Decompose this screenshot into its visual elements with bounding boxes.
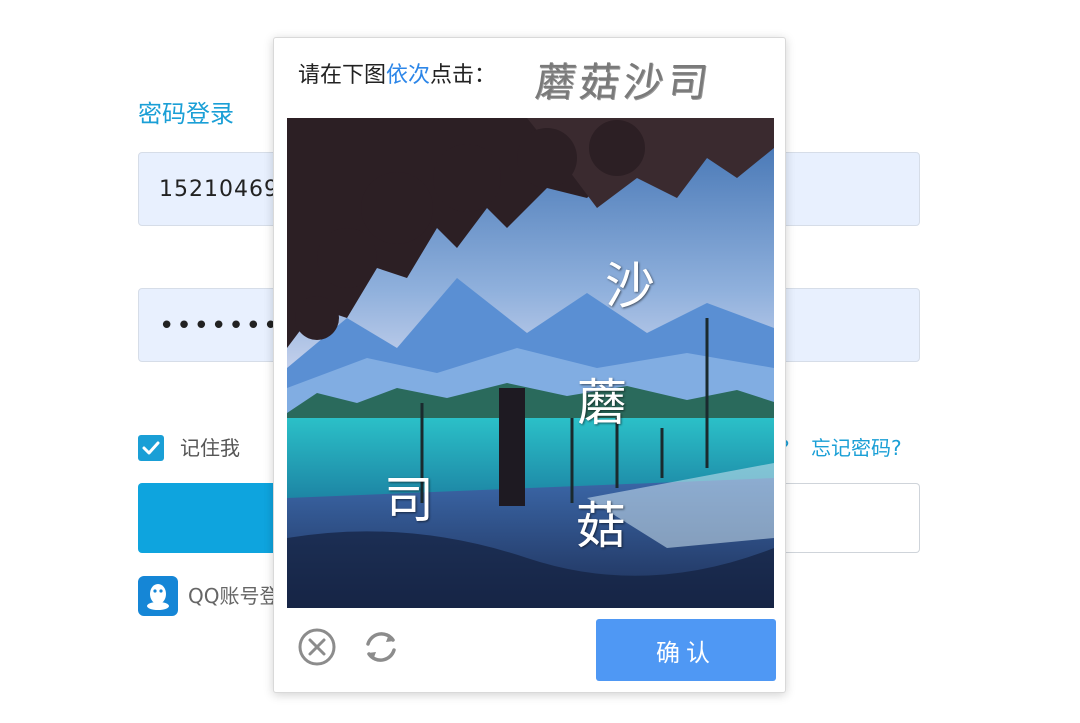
captcha-char-2[interactable]: 蘑 bbox=[577, 363, 627, 435]
prompt-accent: 依次 bbox=[386, 63, 431, 88]
landscape-image bbox=[287, 118, 774, 608]
qq-login-label[interactable]: QQ账号登 bbox=[188, 578, 279, 614]
confirm-button[interactable]: 确认 bbox=[596, 619, 776, 681]
captcha-char-1[interactable]: 沙 bbox=[605, 246, 655, 318]
remember-label: 记住我 bbox=[180, 436, 240, 460]
qq-icon[interactable] bbox=[138, 576, 178, 616]
captcha-char-3[interactable]: 司 bbox=[384, 460, 434, 532]
refresh-icon[interactable] bbox=[360, 626, 402, 668]
captcha-prompt: 请在下图依次点击： bbox=[298, 58, 496, 108]
secondary-button[interactable] bbox=[786, 483, 920, 553]
login-button[interactable] bbox=[138, 483, 278, 553]
username-value: 15210469 bbox=[159, 177, 279, 202]
captcha-image[interactable]: 沙 蘑 司 菇 bbox=[287, 118, 774, 608]
remember-checkbox[interactable] bbox=[138, 435, 164, 461]
prompt-prefix: 请在下图 bbox=[298, 63, 387, 88]
captcha-dialog: 请在下图依次点击： 蘑菇沙司 沙 蘑 司 菇 确认 bbox=[273, 37, 786, 693]
prompt-suffix: 点击： bbox=[430, 63, 497, 88]
check-icon bbox=[142, 441, 160, 455]
close-circle-icon[interactable] bbox=[296, 626, 338, 668]
captcha-char-4[interactable]: 菇 bbox=[576, 486, 626, 558]
captcha-target-chars: 蘑菇沙司 bbox=[532, 60, 715, 106]
login-title: 密码登录 bbox=[138, 100, 234, 128]
forgot-password-link[interactable]: 忘记密码? bbox=[811, 433, 902, 463]
